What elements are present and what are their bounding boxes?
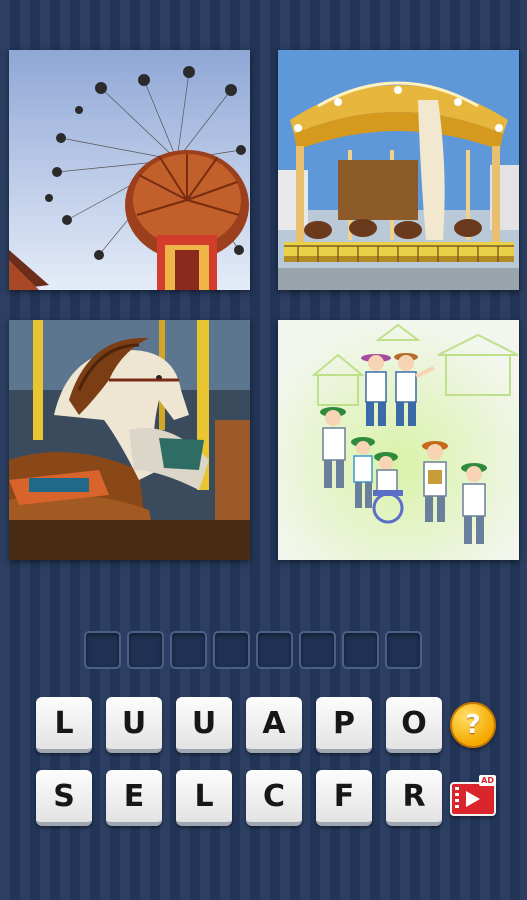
film-strip-icon xyxy=(455,787,459,811)
answer-slot-2[interactable] xyxy=(127,631,164,669)
answer-slot-3[interactable] xyxy=(170,631,207,669)
letter-key[interactable]: R xyxy=(386,770,442,826)
letter-key[interactable]: F xyxy=(316,770,372,826)
hint-button[interactable]: ? xyxy=(450,702,496,748)
answer-slot-5[interactable] xyxy=(256,631,293,669)
swing-ride-image xyxy=(9,50,250,290)
picture-swing-ride[interactable] xyxy=(9,50,250,290)
letter-key[interactable]: O xyxy=(386,697,442,753)
letter-key[interactable]: P xyxy=(316,697,372,753)
letter-key[interactable]: L xyxy=(36,697,92,753)
letter-key[interactable]: A xyxy=(246,697,302,753)
answer-slot-6[interactable] xyxy=(299,631,336,669)
video-ad-button[interactable]: AD xyxy=(450,775,496,816)
answer-slot-1[interactable] xyxy=(84,631,121,669)
letter-row-2: S E L C F R xyxy=(36,770,442,826)
picture-group-outing[interactable] xyxy=(278,320,519,560)
answer-slots xyxy=(84,631,422,669)
letter-key[interactable]: L xyxy=(176,770,232,826)
letter-key[interactable]: C xyxy=(246,770,302,826)
answer-slot-7[interactable] xyxy=(342,631,379,669)
ad-badge: AD xyxy=(479,775,496,786)
letter-key[interactable]: E xyxy=(106,770,162,826)
carousel-image xyxy=(278,50,519,290)
answer-slot-4[interactable] xyxy=(213,631,250,669)
question-mark-icon: ? xyxy=(465,710,481,740)
letter-key[interactable]: U xyxy=(176,697,232,753)
letter-row-1: L U U A P O xyxy=(36,697,442,753)
picture-carousel-horse[interactable] xyxy=(9,320,250,560)
play-icon xyxy=(466,791,480,807)
letter-key[interactable]: U xyxy=(106,697,162,753)
group-outing-image xyxy=(278,320,519,560)
letter-key[interactable]: S xyxy=(36,770,92,826)
answer-slot-8[interactable] xyxy=(385,631,422,669)
carousel-horse-image xyxy=(9,320,250,560)
picture-carousel[interactable] xyxy=(278,50,519,290)
